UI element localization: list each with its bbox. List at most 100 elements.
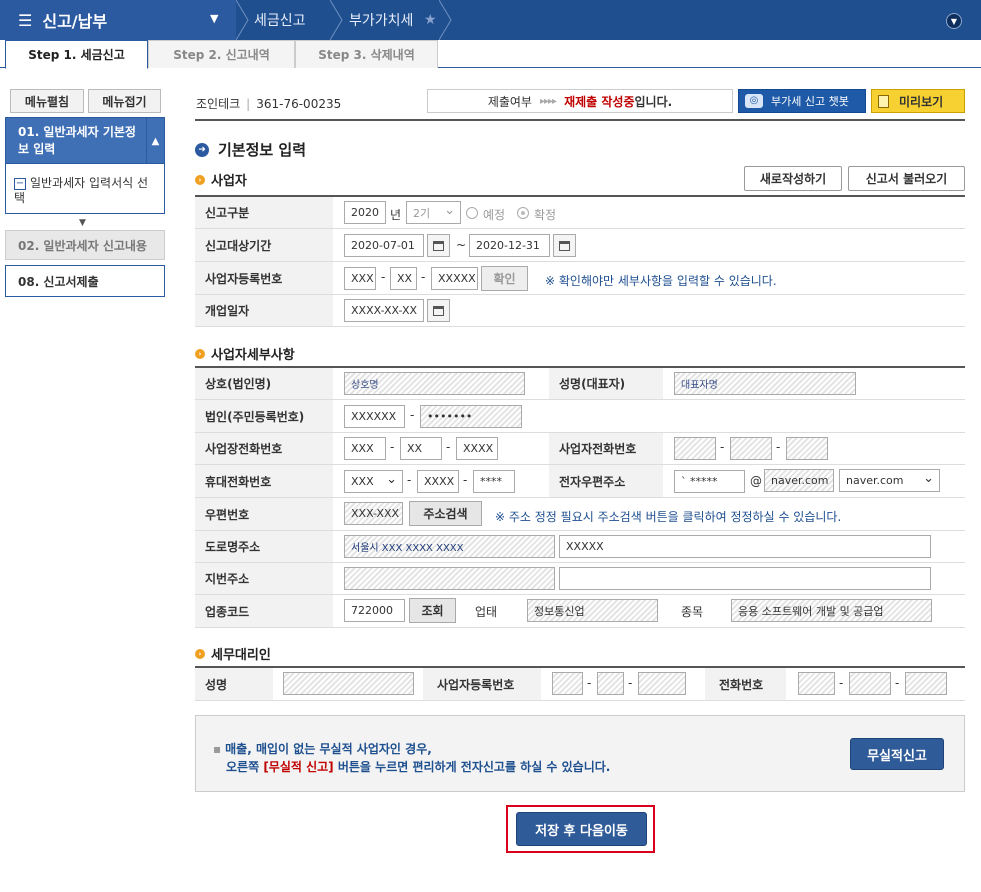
null-report-button[interactable]: 무실적신고 bbox=[850, 738, 944, 770]
lot-address-detail-field[interactable] bbox=[559, 567, 931, 590]
tab-step1[interactable]: Step 1. 세금신고 bbox=[5, 40, 148, 69]
table-row: 우편번호 XXX-XXX 주소검색 ※ 주소 정정 필요시 주소검색 버튼을 클… bbox=[195, 498, 965, 531]
date-to-field[interactable]: 2020-12-31 bbox=[469, 234, 550, 257]
dash: - bbox=[407, 473, 412, 487]
company-biz-no: 361-76-00235 bbox=[256, 97, 342, 111]
label-agent-phone: 전화번호 bbox=[705, 668, 786, 700]
zip-field[interactable]: XXX-XXX bbox=[344, 502, 403, 525]
biz-phone-1-field[interactable]: XXX bbox=[344, 437, 386, 460]
mobile-2-field[interactable]: XXXX bbox=[417, 470, 459, 493]
lot-address-field[interactable] bbox=[344, 567, 555, 590]
biz-no-3-field[interactable]: XXXXX bbox=[431, 267, 478, 290]
calendar-icon[interactable] bbox=[427, 234, 450, 257]
sidebar-subitem-form-select[interactable]: − 일반과세자 입력서식 선택 bbox=[5, 164, 165, 214]
tab-step2[interactable]: Step 2. 신고내역 bbox=[148, 40, 295, 68]
status-value: 재제출 작성중 bbox=[564, 94, 635, 109]
biz-phone-2-field[interactable]: XX bbox=[400, 437, 442, 460]
confirm-button[interactable]: 확인 bbox=[481, 266, 528, 291]
trade-name-field[interactable]: 상호명 bbox=[344, 372, 525, 395]
road-address-detail-field[interactable]: XXXXX bbox=[559, 535, 931, 558]
industry-lookup-button[interactable]: 조회 bbox=[409, 598, 456, 623]
owner-phone-3-field[interactable] bbox=[786, 437, 828, 460]
confirm-note: ※ 확인해야만 세부사항을 입력할 수 있습니다. bbox=[545, 274, 777, 288]
open-date-field[interactable]: XXXX-XX-XX bbox=[344, 299, 424, 322]
bullet-icon: ▪ bbox=[213, 742, 222, 756]
biz-no-2-field[interactable]: XX bbox=[390, 267, 417, 290]
info-line-2-post: 버튼을 누르면 편리하게 전자신고를 하실 수 있습니다. bbox=[333, 760, 611, 774]
dash: - bbox=[421, 270, 426, 284]
caret-down-icon: ▼ bbox=[210, 12, 219, 25]
star-icon[interactable]: ★ bbox=[424, 0, 437, 40]
biz-no-1-field[interactable]: XXX bbox=[344, 267, 376, 290]
tab-step3[interactable]: Step 3. 삭제내역 bbox=[295, 40, 438, 68]
agent-phone-1-field[interactable] bbox=[798, 672, 835, 695]
rep-name-field[interactable]: 대표자명 bbox=[674, 372, 856, 395]
submission-status: 제출여부 ▸▸▸▸ 재제출 작성중 입니다. bbox=[427, 89, 733, 113]
email-id-field[interactable]: ` ***** bbox=[674, 470, 745, 493]
road-address-field[interactable]: 서울시 XXX XXXX XXXX bbox=[344, 535, 555, 558]
email-domain-select[interactable]: naver.com bbox=[839, 469, 940, 492]
address-search-button[interactable]: 주소검색 bbox=[409, 501, 482, 526]
new-write-button[interactable]: 새로작성하기 bbox=[744, 166, 842, 191]
period-select[interactable]: 2기 bbox=[406, 201, 461, 224]
chevron-down-icon[interactable]: ▼ bbox=[946, 13, 962, 29]
label-lot-address: 지번주소 bbox=[195, 563, 333, 594]
email-domain-field[interactable]: naver.com bbox=[764, 469, 834, 492]
label-road-address: 도로명주소 bbox=[195, 531, 333, 562]
section-heading: 사업자 bbox=[211, 174, 247, 189]
sidebar-item-basic-info[interactable]: 01. 일반과세자 기본정보 입력 ▲ bbox=[5, 117, 165, 165]
sidebar-item-report-content[interactable]: 02. 일반과세자 신고내용 bbox=[5, 230, 165, 260]
agent-name-field[interactable] bbox=[283, 672, 414, 695]
label-biz-item: 종목 bbox=[669, 595, 721, 627]
date-from-field[interactable]: 2020-07-01 bbox=[344, 234, 424, 257]
breadcrumb-tax-report[interactable]: 세금신고 bbox=[254, 0, 306, 40]
corp-id-2-field[interactable]: ••••••• bbox=[420, 405, 522, 428]
section-details: › 사업자세부사항 bbox=[195, 344, 295, 363]
biz-phone-3-field[interactable]: XXXX bbox=[456, 437, 498, 460]
at-sign: @ bbox=[750, 474, 762, 488]
radio-confirmed[interactable] bbox=[517, 207, 529, 219]
label-corp-id: 법인(주민등록번호) bbox=[195, 400, 333, 432]
mobile-1-select[interactable]: XXX bbox=[344, 470, 403, 493]
owner-phone-2-field[interactable] bbox=[730, 437, 772, 460]
radio-scheduled[interactable] bbox=[466, 207, 478, 219]
chevron-up-icon[interactable]: ▲ bbox=[146, 118, 164, 165]
agent-biz-no-2-field[interactable] bbox=[597, 672, 624, 695]
divider: | bbox=[246, 97, 251, 111]
corp-id-1-field[interactable]: XXXXXX bbox=[344, 405, 405, 428]
save-next-button[interactable]: 저장 후 다음이동 bbox=[516, 812, 647, 846]
vat-chatbot-button[interactable]: ◎ 부가세 신고 챗봇 bbox=[738, 89, 866, 113]
down-arrow-icon: ▼ bbox=[79, 218, 86, 228]
preview-button[interactable]: 미리보기 bbox=[871, 89, 965, 113]
owner-phone-1-field[interactable] bbox=[674, 437, 716, 460]
table-row: 법인(주민등록번호) XXXXXX - ••••••• bbox=[195, 400, 965, 433]
label-owner-phone: 사업자전화번호 bbox=[549, 433, 663, 464]
biz-item-field[interactable]: 응용 소프트웨어 개발 및 공급업 bbox=[731, 599, 932, 622]
breadcrumb-vat[interactable]: 부가가치세 bbox=[349, 0, 413, 40]
expand-all-button[interactable]: 메뉴펼침 bbox=[10, 89, 84, 113]
agent-biz-no-3-field[interactable] bbox=[638, 672, 686, 695]
agent-biz-no-1-field[interactable] bbox=[552, 672, 583, 695]
dash: - bbox=[381, 270, 386, 284]
mobile-3-field[interactable]: **** bbox=[473, 470, 515, 493]
label-email: 전자우편주소 bbox=[549, 465, 663, 497]
calendar-icon[interactable] bbox=[553, 234, 576, 257]
table-row: 개업일자 XXXX-XX-XX bbox=[195, 295, 965, 327]
biz-type-field[interactable]: 정보통신업 bbox=[527, 599, 658, 622]
agent-phone-2-field[interactable] bbox=[849, 672, 891, 695]
menu-title-button[interactable]: ☰ 신고/납부 ▼ bbox=[0, 0, 236, 40]
dash: - bbox=[390, 440, 395, 454]
calendar-icon[interactable] bbox=[427, 299, 450, 322]
sidebar-item-submit[interactable]: 08. 신고서제출 bbox=[5, 265, 165, 297]
breadcrumb-separator-icon bbox=[236, 0, 249, 40]
tilde: ~ bbox=[456, 238, 467, 252]
breadcrumb-separator-icon bbox=[330, 0, 343, 40]
industry-code-field[interactable]: 722000 bbox=[344, 599, 405, 622]
year-field[interactable]: 2020 bbox=[344, 201, 386, 224]
agent-phone-3-field[interactable] bbox=[905, 672, 947, 695]
label-open-date: 개업일자 bbox=[195, 295, 333, 326]
load-report-button[interactable]: 신고서 불러오기 bbox=[848, 166, 965, 191]
collapse-all-button[interactable]: 메뉴접기 bbox=[88, 89, 161, 113]
table-row: 사업장전화번호 XXX - XX - XXXX 사업자전화번호 - - bbox=[195, 433, 965, 465]
label-agent-biz-no: 사업자등록번호 bbox=[423, 668, 541, 700]
